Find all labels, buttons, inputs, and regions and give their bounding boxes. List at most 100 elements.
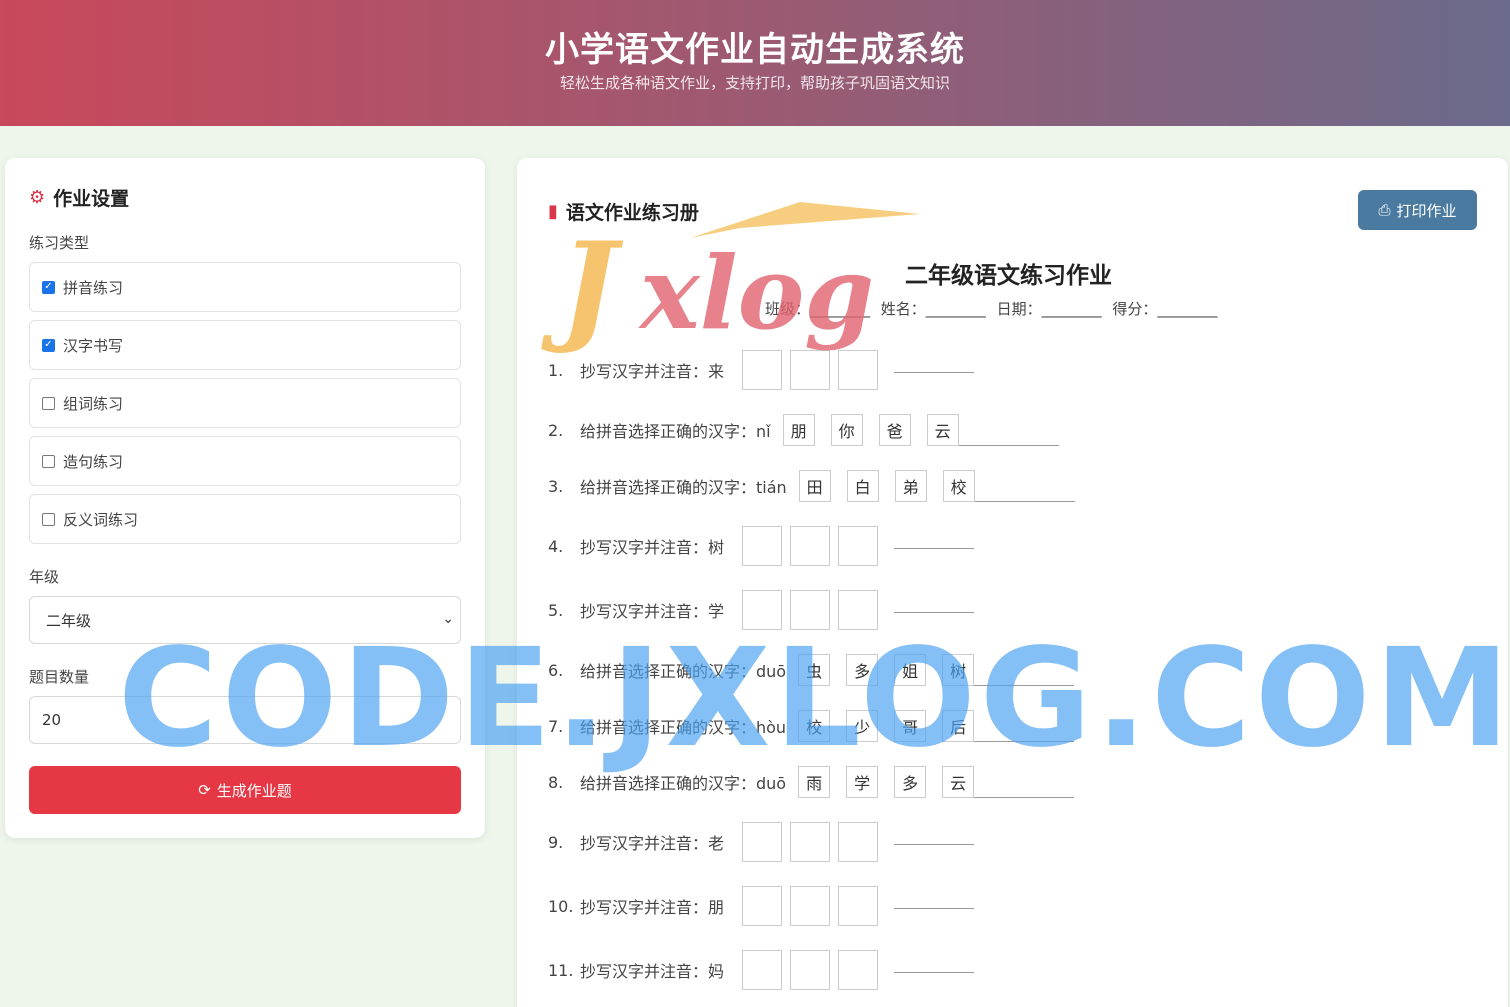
option-char: 学 [846, 766, 879, 798]
checkbox-zuci[interactable]: 组词练习 [29, 378, 461, 428]
option-char: 爸 [878, 414, 911, 446]
writing-box [742, 950, 783, 990]
worksheet-panel: ▮ 语文作业练习册 ⎙ 打印作业 二年级语文练习作业 班级：________ 姓… [517, 158, 1508, 1007]
option-char: 校 [798, 710, 831, 742]
writing-boxes [742, 950, 975, 990]
checkbox-box[interactable] [42, 454, 55, 468]
option-list: 朋 你 爸 云 [782, 414, 1059, 446]
writing-box [838, 950, 879, 990]
writing-boxes [742, 886, 975, 926]
chevron-down-icon: ⌄ [442, 611, 454, 627]
option-char: 树 [942, 654, 975, 686]
page-header: 小学语文作业自动生成系统 轻松生成各种语文作业，支持打印，帮助孩子巩固语文知识 [0, 0, 1510, 126]
pinyin-line [894, 844, 975, 845]
app-title: 小学语文作业自动生成系统 [545, 30, 965, 70]
settings-panel: ⚙ 作业设置 练习类型 ✓ 拼音练习 ✓ 汉字书写 组词练习 造句练习 反义词练… [5, 158, 485, 838]
writing-box [742, 822, 783, 862]
writing-boxes [742, 350, 975, 390]
app-subtitle: 轻松生成各种语文作业，支持打印，帮助孩子巩固语文知识 [559, 74, 950, 92]
option-char: 哥 [894, 710, 927, 742]
writing-box [838, 822, 879, 862]
writing-box [742, 590, 783, 630]
question-item: 7. 给拼音选择正确的汉字：hòu 校 少 哥 后 [548, 710, 1075, 742]
pinyin-line [894, 548, 975, 549]
question-item: 9. 抄写汉字并注音：老 [548, 822, 975, 862]
writing-box [742, 886, 783, 926]
pinyin-line [894, 908, 975, 909]
question-item: 8. 给拼音选择正确的汉字：duō 雨 学 多 云 [548, 766, 1075, 798]
writing-boxes [742, 526, 975, 566]
option-char: 雨 [798, 766, 831, 798]
writing-box [790, 950, 831, 990]
name-field: 姓名：________ [880, 300, 986, 318]
checkbox-box[interactable] [42, 396, 55, 410]
option-char: 虫 [798, 654, 831, 686]
checkbox-box[interactable]: ✓ [42, 338, 55, 352]
question-item: 11. 抄写汉字并注音：妈 [548, 950, 975, 990]
class-field: 班级：________ [765, 300, 871, 318]
option-list: 校 少 哥 后 [798, 710, 1075, 742]
question-item: 6. 给拼音选择正确的汉字：duō 虫 多 姐 树 [548, 654, 1075, 686]
print-button[interactable]: ⎙ 打印作业 [1358, 190, 1477, 230]
printer-icon: ⎙ [1378, 201, 1391, 219]
answer-line [974, 684, 1075, 686]
answer-line [974, 740, 1075, 742]
date-field: 日期：________ [996, 300, 1102, 318]
gears-icon: ⚙ [29, 187, 46, 208]
answer-line [958, 444, 1059, 446]
option-list: 田 白 弟 校 [798, 470, 1075, 502]
option-char: 朋 [782, 414, 815, 446]
settings-title: ⚙ 作业设置 [29, 187, 130, 210]
worksheet-panel-title: ▮ 语文作业练习册 [548, 201, 699, 224]
generate-button[interactable]: ⟳ 生成作业题 [29, 766, 461, 814]
question-item: 3. 给拼音选择正确的汉字：tián 田 白 弟 校 [548, 470, 1075, 502]
option-char: 姐 [894, 654, 927, 686]
count-input[interactable]: 20 [29, 696, 461, 744]
option-char: 白 [846, 470, 879, 502]
option-char: 云 [942, 766, 975, 798]
option-char: 弟 [894, 470, 927, 502]
checkbox-zaoju[interactable]: 造句练习 [29, 436, 461, 486]
worksheet-info: 班级：________ 姓名：________ 日期：________ 得分：_… [765, 298, 1223, 319]
question-item: 4. 抄写汉字并注音：树 [548, 526, 975, 566]
writing-box [790, 526, 831, 566]
option-list: 雨 学 多 云 [798, 766, 1075, 798]
option-char: 多 [894, 766, 927, 798]
option-char: 你 [830, 414, 863, 446]
writing-box [790, 350, 831, 390]
writing-box [742, 350, 783, 390]
worksheet-title: 二年级语文练习作业 [905, 263, 1112, 289]
pinyin-line [894, 972, 975, 973]
writing-box [790, 886, 831, 926]
answer-line [974, 500, 1075, 502]
writing-box [790, 822, 831, 862]
grade-select[interactable]: 二年级 ⌄ [29, 596, 461, 644]
option-char: 多 [846, 654, 879, 686]
writing-box [790, 590, 831, 630]
writing-box [838, 350, 879, 390]
option-list: 虫 多 姐 树 [798, 654, 1075, 686]
writing-boxes [742, 590, 975, 630]
writing-boxes [742, 822, 975, 862]
option-char: 田 [798, 470, 831, 502]
checkbox-box[interactable] [42, 512, 55, 526]
checkbox-fanyici[interactable]: 反义词练习 [29, 494, 461, 544]
option-char: 云 [926, 414, 959, 446]
grade-label: 年级 [29, 568, 60, 586]
option-char: 少 [846, 710, 879, 742]
writing-box [838, 590, 879, 630]
checkbox-box[interactable]: ✓ [42, 280, 55, 294]
writing-box [742, 526, 783, 566]
answer-line [974, 796, 1075, 798]
count-label: 题目数量 [29, 668, 90, 686]
type-label: 练习类型 [29, 234, 90, 252]
writing-box [838, 526, 879, 566]
option-char: 后 [942, 710, 975, 742]
checkbox-hanzi[interactable]: ✓ 汉字书写 [29, 320, 461, 370]
option-char: 校 [942, 470, 975, 502]
question-item: 2. 给拼音选择正确的汉字：nǐ 朋 你 爸 云 [548, 414, 1059, 446]
book-icon: ▮ [548, 201, 558, 222]
writing-box [838, 886, 879, 926]
checkbox-pinyin[interactable]: ✓ 拼音练习 [29, 262, 461, 312]
pinyin-line [894, 612, 975, 613]
